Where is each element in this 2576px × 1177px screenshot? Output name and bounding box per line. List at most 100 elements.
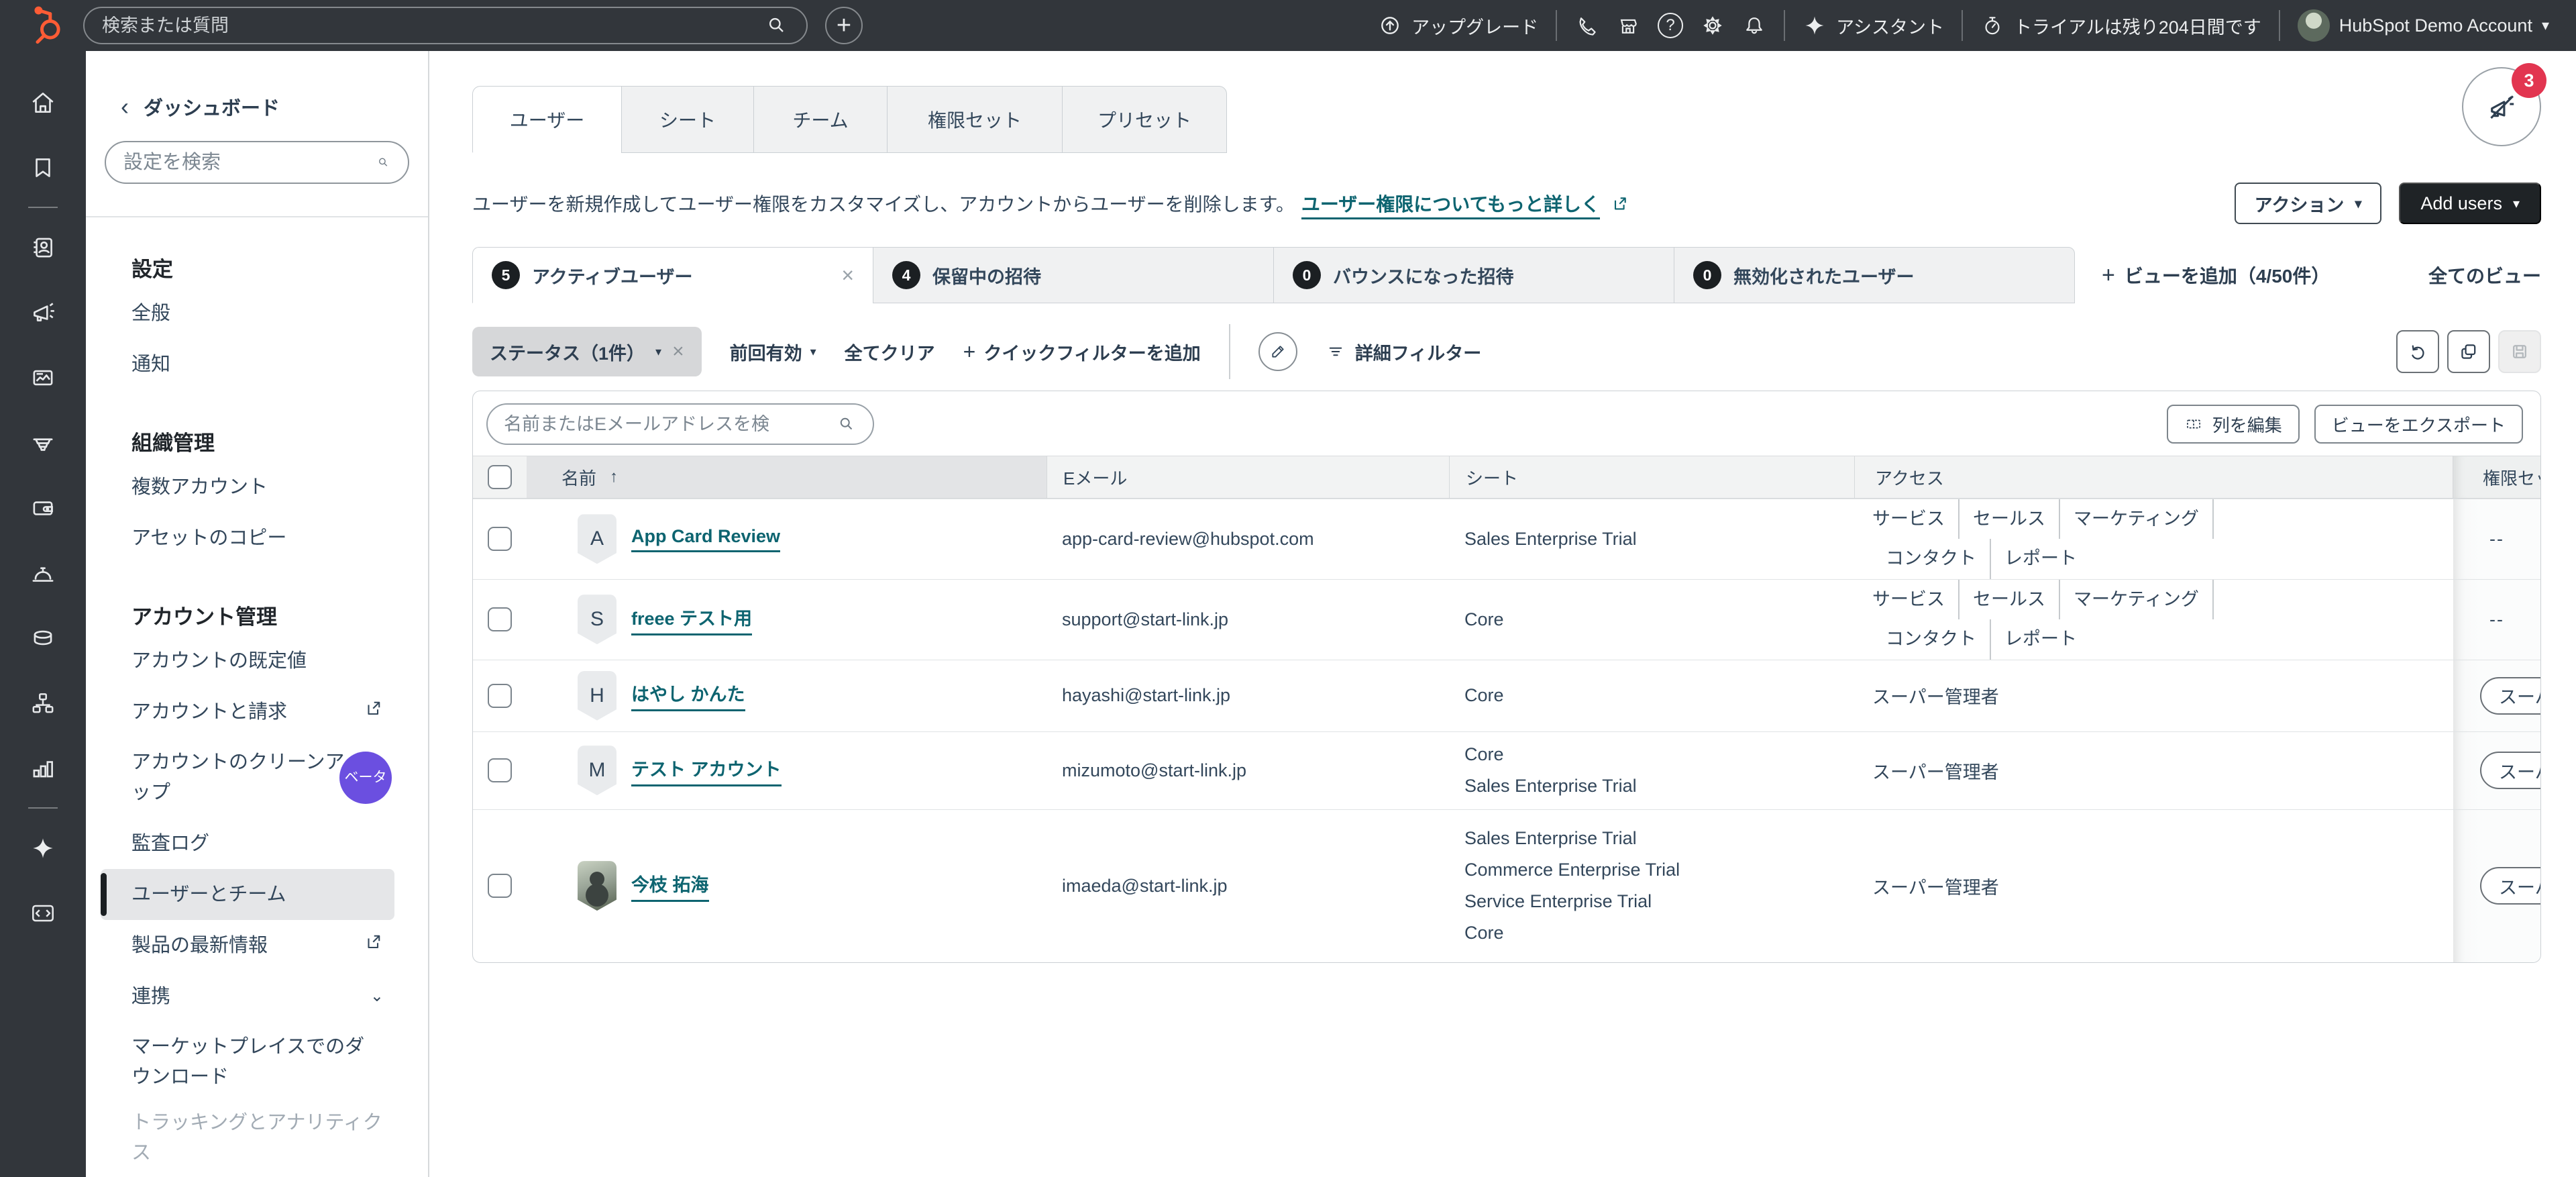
row-checkbox[interactable] bbox=[488, 758, 512, 782]
marketplace-icon[interactable] bbox=[1616, 13, 1640, 38]
content-icon bbox=[29, 364, 57, 392]
sidebar-item-multi-account[interactable]: 複数アカウント bbox=[101, 462, 394, 513]
service-bell-icon bbox=[29, 559, 57, 587]
learn-more-link[interactable]: ユーザー権限についてもっと詳しく bbox=[1301, 194, 1600, 219]
topbar-divider bbox=[1556, 10, 1557, 41]
sidebar-item-marketplace-downloads[interactable]: マーケットプレイスでのダウンロード bbox=[101, 1022, 394, 1103]
tab-seats[interactable]: シート bbox=[621, 86, 754, 153]
edit-filters-button[interactable] bbox=[1258, 332, 1297, 371]
global-search bbox=[83, 7, 808, 44]
help-icon[interactable]: ? bbox=[1658, 13, 1683, 38]
nav-automations[interactable] bbox=[0, 670, 86, 735]
back-to-dashboard[interactable]: ‹ ダッシュボード bbox=[86, 51, 428, 121]
permission-pill[interactable]: スーパー管理者 bbox=[2480, 867, 2541, 905]
tab-presets[interactable]: プリセット bbox=[1062, 86, 1227, 153]
sidebar-item-general[interactable]: 全般 bbox=[101, 288, 394, 339]
nav-data[interactable] bbox=[0, 605, 86, 670]
nav-content[interactable] bbox=[0, 345, 86, 410]
user-initial-avatar: H bbox=[578, 671, 616, 721]
user-email: hayashi@start-link.jp bbox=[1047, 660, 1450, 731]
last-active-filter[interactable]: 前回有効 ▾ bbox=[730, 339, 816, 365]
permission-pill[interactable]: スーパー管理者 bbox=[2480, 677, 2541, 715]
column-header-email[interactable]: Eメール bbox=[1047, 456, 1450, 498]
user-name-link[interactable]: はやし かんた bbox=[631, 680, 745, 711]
sidebar-item-integrations[interactable]: 連携 ⌄ bbox=[101, 971, 394, 1022]
sidebar-item-account-billing[interactable]: アカウントと請求 bbox=[101, 686, 394, 737]
create-new-button[interactable]: + bbox=[825, 7, 863, 44]
nav-marketing[interactable] bbox=[0, 280, 86, 345]
hubspot-logo-icon[interactable] bbox=[27, 6, 66, 45]
sidebar-item-notifications[interactable]: 通知 bbox=[101, 339, 394, 390]
upgrade-button[interactable]: アップグレード bbox=[1378, 13, 1538, 39]
sidebar-item-product-updates[interactable]: 製品の最新情報 bbox=[101, 920, 394, 971]
status-filter-pill[interactable]: ステータス（1件） ▾ × bbox=[472, 327, 702, 376]
permission-pill[interactable]: スーパー管理者 bbox=[2480, 752, 2541, 789]
user-name-link[interactable]: App Card Review bbox=[631, 526, 780, 552]
view-tab-active-users[interactable]: 5 アクティブユーザー × bbox=[472, 247, 873, 303]
user-name-link[interactable]: freee テスト用 bbox=[631, 604, 752, 635]
tab-users[interactable]: ユーザー bbox=[472, 86, 622, 153]
page-description-row: ユーザーを新規作成してユーザー権限をカスタマイズし、アカウントからユーザーを削除… bbox=[472, 183, 2541, 224]
nav-commerce[interactable] bbox=[0, 475, 86, 540]
row-checkbox[interactable] bbox=[488, 874, 512, 898]
tab-permission-sets[interactable]: 権限セット bbox=[887, 86, 1063, 153]
column-header-name[interactable]: 名前 ↑ bbox=[527, 456, 1047, 498]
row-checkbox[interactable] bbox=[488, 607, 512, 631]
trial-status[interactable]: トライアルは残り204日間です bbox=[1980, 13, 2261, 39]
nav-service[interactable] bbox=[0, 540, 86, 605]
row-checkbox[interactable] bbox=[488, 527, 512, 551]
view-tab-pending-invites[interactable]: 4 保留中の招待 bbox=[873, 247, 1274, 303]
nav-home[interactable] bbox=[0, 70, 86, 135]
actions-dropdown-button[interactable]: アクション▾ bbox=[2235, 183, 2382, 224]
all-views-link[interactable]: 全てのビュー bbox=[2428, 262, 2541, 289]
add-view-button[interactable]: + ビューを追加（4/50件） bbox=[2102, 262, 2330, 289]
filter-lines-icon bbox=[1326, 342, 1346, 362]
assistant-button[interactable]: アシスタント bbox=[1803, 13, 1944, 39]
user-name-link[interactable]: テスト アカウント bbox=[631, 755, 782, 786]
phone-icon[interactable] bbox=[1574, 13, 1599, 38]
account-menu[interactable]: HubSpot Demo Account ▾ bbox=[2298, 9, 2549, 42]
export-view-button[interactable]: ビューをエクスポート bbox=[2314, 405, 2523, 444]
nav-reporting[interactable] bbox=[0, 735, 86, 801]
edit-columns-button[interactable]: 列を編集 bbox=[2167, 405, 2300, 444]
search-icon[interactable] bbox=[765, 13, 789, 38]
global-search-input[interactable] bbox=[102, 15, 755, 36]
save-view-button[interactable] bbox=[2498, 330, 2541, 373]
sidebar-item-tracking-analytics[interactable]: トラッキングとアナリティクス bbox=[101, 1103, 394, 1174]
user-name-link[interactable]: 今枝 拓海 bbox=[631, 870, 709, 902]
sidebar-item-users-teams[interactable]: ユーザーとチーム bbox=[101, 869, 394, 920]
advanced-filters-button[interactable]: 詳細フィルター bbox=[1326, 339, 1481, 365]
nav-ai-assistant[interactable] bbox=[0, 815, 86, 880]
topbar-divider bbox=[2279, 10, 2280, 41]
row-checkbox[interactable] bbox=[488, 684, 512, 708]
notifications-bell-icon[interactable] bbox=[1742, 13, 1766, 38]
database-icon bbox=[29, 624, 57, 652]
settings-sidebar: ‹ ダッシュボード 設定 全般 通知 組織管理 複数アカウント アセットのコピー… bbox=[86, 51, 429, 1177]
column-header-permission-set[interactable]: 権限セット bbox=[2453, 456, 2540, 498]
add-quick-filter[interactable]: + クイックフィルターを追加 bbox=[963, 339, 1201, 365]
clear-all-filters[interactable]: 全てクリア bbox=[845, 339, 935, 365]
tab-teams[interactable]: チーム bbox=[753, 86, 888, 153]
sidebar-item-audit-log[interactable]: 監査ログ bbox=[101, 818, 394, 869]
undo-button[interactable] bbox=[2396, 330, 2439, 373]
user-search-input[interactable] bbox=[504, 414, 837, 435]
clone-view-button[interactable] bbox=[2447, 330, 2490, 373]
nav-sales[interactable] bbox=[0, 410, 86, 475]
sidebar-item-copy-assets[interactable]: アセットのコピー bbox=[101, 513, 394, 564]
announcements-button[interactable]: 3 bbox=[2462, 67, 2541, 146]
nav-developer[interactable] bbox=[0, 880, 86, 945]
close-icon[interactable]: × bbox=[841, 263, 854, 288]
settings-search-input[interactable] bbox=[123, 152, 376, 174]
settings-gear-icon[interactable] bbox=[1701, 13, 1725, 38]
select-all-checkbox[interactable] bbox=[488, 465, 512, 489]
add-users-button[interactable]: Add users▾ bbox=[2399, 183, 2541, 224]
view-tab-deactivated-users[interactable]: 0 無効化されたユーザー bbox=[1674, 247, 2075, 303]
remove-filter-icon[interactable]: × bbox=[672, 340, 684, 363]
view-tab-bounced-invites[interactable]: 0 バウンスになった招待 bbox=[1273, 247, 1674, 303]
column-header-access[interactable]: アクセス bbox=[1855, 456, 2453, 498]
nav-crm-contacts[interactable] bbox=[0, 215, 86, 280]
nav-bookmarks[interactable] bbox=[0, 135, 86, 200]
column-header-seat[interactable]: シート bbox=[1450, 456, 1855, 498]
sidebar-item-account-defaults[interactable]: アカウントの既定値 bbox=[101, 635, 394, 686]
sidebar-item-account-cleanup[interactable]: アカウントのクリーンアップ ベータ bbox=[101, 737, 394, 818]
